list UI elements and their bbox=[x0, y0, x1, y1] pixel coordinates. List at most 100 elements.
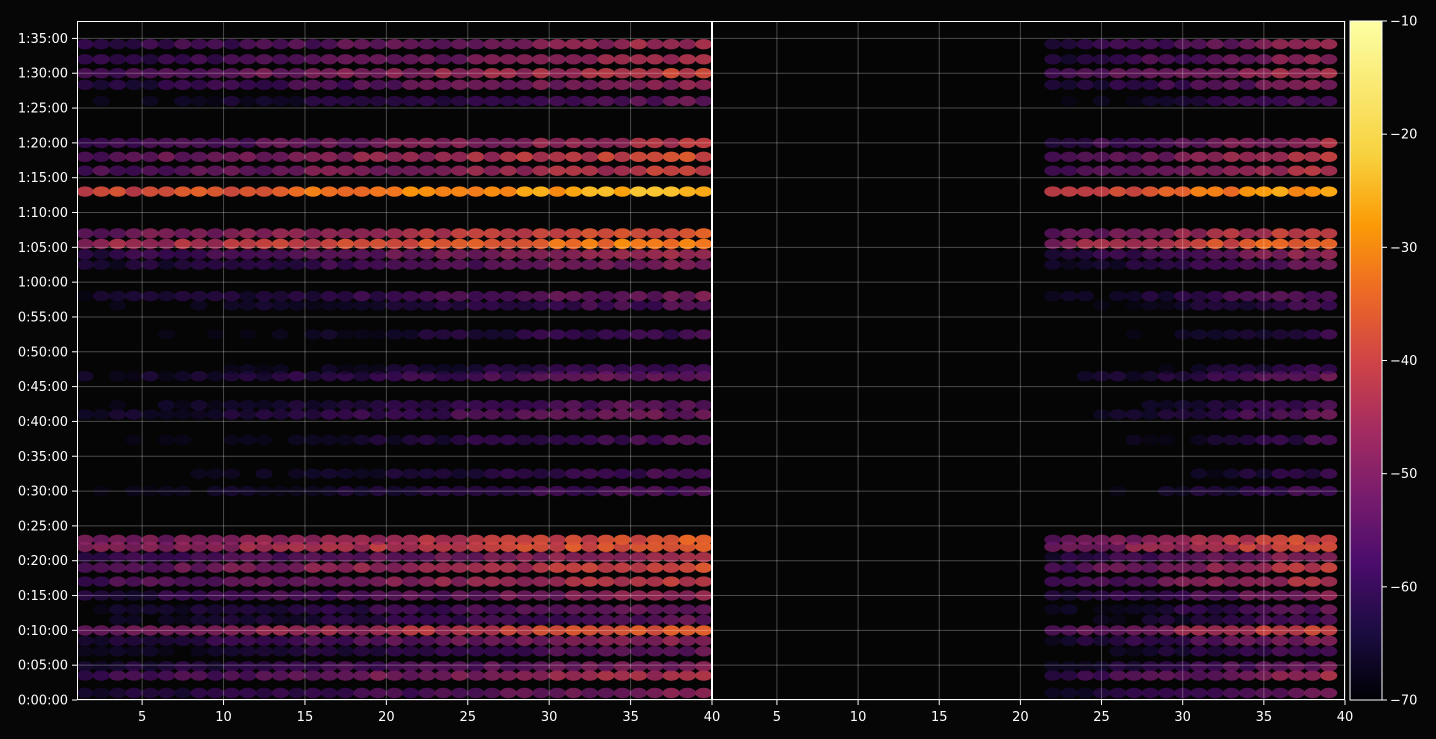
heatmap-cell bbox=[1304, 329, 1321, 340]
heatmap-cell bbox=[206, 249, 224, 260]
heatmap-cell bbox=[1320, 39, 1338, 50]
heatmap-cell bbox=[353, 614, 371, 626]
heatmap-cell bbox=[402, 562, 420, 573]
heatmap-cell bbox=[320, 534, 338, 545]
heatmap-cell bbox=[369, 54, 387, 65]
heatmap-cell bbox=[434, 661, 452, 672]
heatmap-cell bbox=[239, 635, 257, 646]
heatmap-cell bbox=[483, 290, 501, 302]
heatmap-cell bbox=[565, 534, 582, 545]
heatmap-cell bbox=[239, 670, 257, 681]
heatmap-cell bbox=[320, 670, 338, 681]
heatmap-cell bbox=[662, 604, 680, 615]
heatmap-cell bbox=[109, 54, 127, 65]
heatmap-cell bbox=[434, 95, 452, 107]
heatmap-cell bbox=[1222, 670, 1240, 681]
heatmap-cell bbox=[1109, 576, 1127, 587]
heatmap-cell bbox=[304, 39, 322, 50]
heatmap-cell bbox=[418, 364, 436, 375]
heatmap-cell bbox=[337, 165, 354, 176]
heatmap-cell bbox=[1222, 259, 1240, 270]
heatmap-cell bbox=[271, 186, 289, 197]
heatmap-cell bbox=[1060, 576, 1078, 587]
heatmap-cell bbox=[1125, 371, 1143, 382]
heatmap-cell bbox=[320, 79, 338, 91]
heatmap-cell bbox=[1060, 54, 1078, 65]
heatmap-cell bbox=[646, 409, 664, 420]
heatmap-cell bbox=[613, 79, 631, 91]
heatmap-cell bbox=[1320, 259, 1338, 270]
heatmap-cell bbox=[630, 39, 648, 50]
heatmap-cell bbox=[434, 165, 452, 176]
heatmap-cell bbox=[1304, 39, 1321, 50]
heatmap-cell bbox=[239, 259, 257, 270]
heatmap-cell bbox=[597, 400, 615, 411]
heatmap-cell bbox=[1222, 54, 1240, 65]
heatmap-cell bbox=[646, 400, 664, 411]
heatmap-cell bbox=[304, 576, 322, 587]
heatmap-cell bbox=[678, 54, 696, 65]
heatmap-cell bbox=[1222, 576, 1240, 587]
heatmap-cell bbox=[467, 468, 485, 479]
heatmap-cell bbox=[532, 228, 550, 239]
heatmap-cell bbox=[581, 670, 599, 681]
heatmap-cell bbox=[516, 604, 534, 615]
heatmap-cell bbox=[451, 300, 468, 311]
heatmap-cell bbox=[304, 670, 322, 681]
heatmap-cell bbox=[434, 364, 452, 375]
heatmap-cell bbox=[1304, 151, 1321, 162]
heatmap-cell bbox=[646, 434, 664, 446]
heatmap-cell bbox=[190, 409, 208, 420]
heatmap-cell bbox=[467, 534, 485, 545]
heatmap-cell bbox=[646, 54, 664, 65]
heatmap-cell bbox=[1044, 635, 1062, 646]
heatmap-cell bbox=[646, 661, 664, 672]
heatmap-cell bbox=[320, 468, 338, 479]
y-tick-label: 1:20:00 bbox=[18, 136, 68, 151]
heatmap-cell bbox=[271, 604, 289, 615]
heatmap-cell bbox=[288, 79, 306, 91]
heatmap-cell bbox=[1190, 614, 1208, 626]
heatmap-cell bbox=[532, 468, 550, 479]
heatmap-cell bbox=[1320, 54, 1338, 65]
heatmap-cell bbox=[337, 329, 354, 340]
heatmap-cell bbox=[288, 400, 306, 411]
heatmap-cell bbox=[613, 687, 631, 699]
heatmap-cell bbox=[451, 670, 468, 681]
heatmap-cell bbox=[1190, 635, 1208, 646]
heatmap-cell bbox=[320, 604, 338, 615]
heatmap-cell bbox=[1271, 562, 1289, 573]
heatmap-cell bbox=[1206, 95, 1224, 107]
heatmap-cell bbox=[223, 95, 240, 107]
heatmap-cell bbox=[1076, 290, 1094, 302]
heatmap-cell bbox=[190, 614, 208, 626]
heatmap-cell bbox=[532, 646, 550, 657]
heatmap-cell bbox=[1076, 661, 1094, 672]
heatmap-cell bbox=[1044, 661, 1062, 672]
y-tick-label: 0:50:00 bbox=[18, 345, 68, 360]
heatmap-cell bbox=[565, 259, 582, 270]
heatmap-cell bbox=[597, 687, 615, 699]
heatmap-cell bbox=[125, 434, 143, 446]
heatmap-cell bbox=[1287, 259, 1305, 270]
heatmap-cell bbox=[1125, 635, 1143, 646]
y-tick-label: 1:35:00 bbox=[18, 32, 68, 47]
heatmap-cell bbox=[1304, 228, 1321, 239]
heatmap-cell bbox=[630, 54, 648, 65]
heatmap-cell bbox=[630, 661, 648, 672]
heatmap-cell bbox=[304, 400, 322, 411]
heatmap-cell bbox=[532, 409, 550, 420]
heatmap-cell bbox=[288, 249, 306, 260]
y-tick-label: 1:00:00 bbox=[18, 276, 68, 291]
heatmap-cell bbox=[1320, 687, 1338, 699]
heatmap-cell bbox=[141, 186, 159, 197]
heatmap-cell bbox=[418, 661, 436, 672]
heatmap-cell bbox=[1125, 259, 1143, 270]
heatmap-cell bbox=[190, 400, 208, 411]
heatmap-cell bbox=[125, 186, 143, 197]
heatmap-cell bbox=[678, 534, 696, 545]
heatmap-cell bbox=[157, 614, 175, 626]
heatmap-cell bbox=[532, 186, 550, 197]
heatmap-cell bbox=[467, 604, 485, 615]
heatmap-cell bbox=[581, 646, 599, 657]
